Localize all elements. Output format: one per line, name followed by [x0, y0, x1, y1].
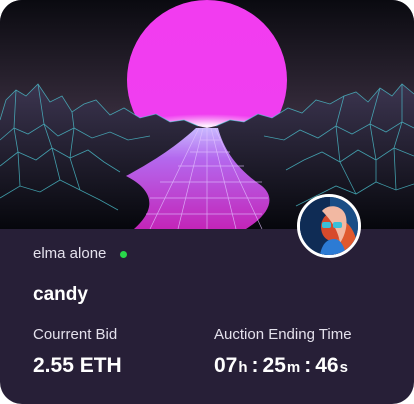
online-status-icon — [120, 250, 128, 258]
countdown-separator: : — [304, 354, 312, 377]
current-bid-label: Courrent Bid — [33, 326, 118, 343]
owner-name[interactable]: elma alone — [33, 244, 106, 264]
countdown-minutes-unit: m — [286, 359, 301, 376]
owner-avatar[interactable] — [297, 194, 361, 258]
countdown-seconds-unit: s — [339, 359, 348, 376]
nft-card[interactable]: elma alone candy Courrent Bid Auction En… — [0, 0, 414, 404]
nft-artwork — [0, 0, 414, 229]
countdown-seconds: 46 — [315, 354, 339, 377]
current-bid-value: 2.55 ETH — [33, 354, 122, 377]
owner-row: elma alone — [33, 244, 128, 264]
countdown-hours: 07 — [214, 354, 238, 377]
countdown-separator: : — [251, 354, 259, 377]
auction-countdown: 07 h : 25 m : 46 s — [214, 353, 348, 381]
countdown-minutes: 25 — [262, 354, 286, 377]
auction-ending-label: Auction Ending Time — [214, 326, 352, 343]
countdown-hours-unit: h — [238, 359, 248, 376]
nft-title[interactable]: candy — [33, 283, 88, 307]
